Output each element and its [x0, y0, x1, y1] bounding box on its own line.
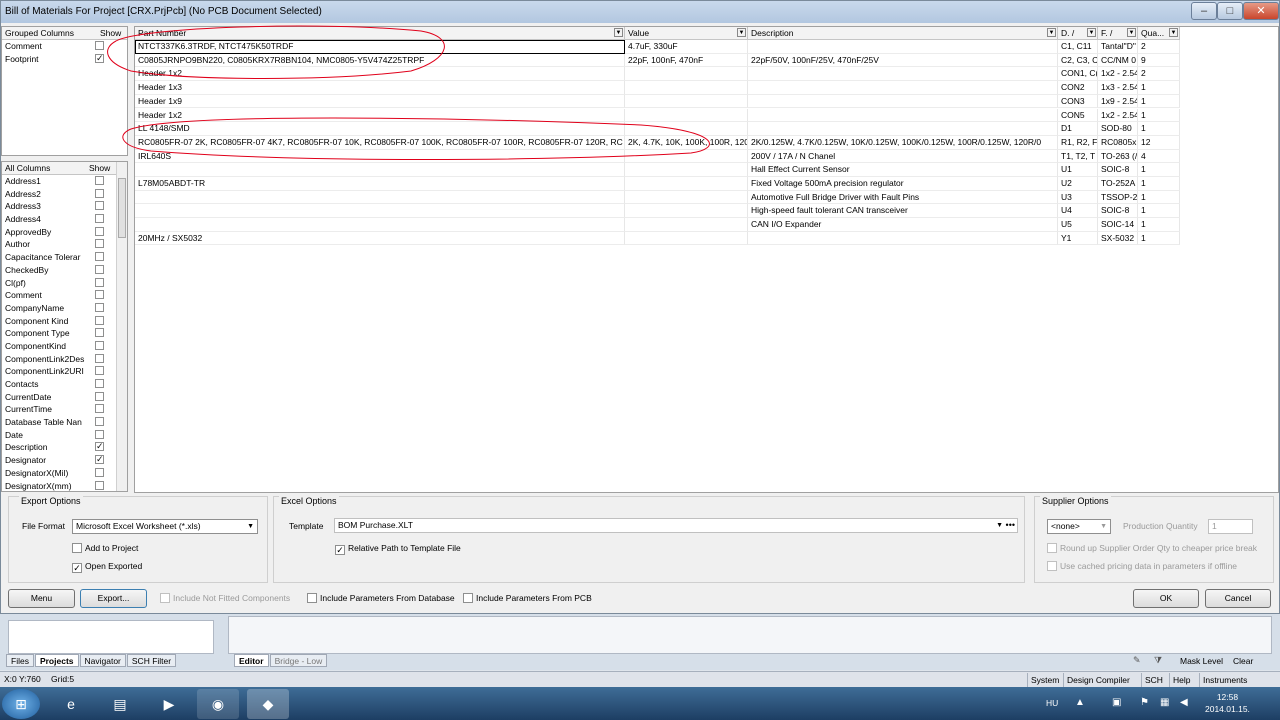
clock-date: 2014.01.15.: [1205, 704, 1250, 714]
checkbox-box[interactable]: [1047, 543, 1057, 553]
relative-path-checkbox[interactable]: ✓ Relative Path to Template File: [335, 543, 461, 555]
status-panel-button[interactable]: Help: [1169, 673, 1193, 687]
checkbox-box[interactable]: [463, 593, 473, 603]
bom-dialog: Bill of Materials For Project [CRX.PrjPc…: [0, 0, 1280, 614]
supplier-select[interactable]: <none> ▼: [1047, 519, 1111, 534]
panel-tab[interactable]: SCH Filter: [126, 654, 177, 667]
status-panel-button[interactable]: Instruments: [1199, 673, 1250, 687]
file-format-select[interactable]: Microsoft Excel Worksheet (*.xls) ▼: [72, 519, 258, 534]
projects-panel-area: [8, 620, 214, 654]
browse-ellipsis-icon[interactable]: •••: [1006, 519, 1015, 532]
media-player-icon[interactable]: ▶: [148, 689, 190, 719]
template-label: Template: [289, 521, 324, 531]
open-exported-label: Open Exported: [85, 561, 143, 571]
ok-button[interactable]: OK: [1133, 589, 1199, 608]
clock[interactable]: 12:58 2014.01.15.: [1205, 691, 1250, 715]
network-icon[interactable]: ▦: [1160, 697, 1169, 708]
include-not-fitted-checkbox[interactable]: Include Not Fitted Components: [160, 593, 290, 603]
checkbox-box[interactable]: [160, 593, 170, 603]
add-to-project-checkbox[interactable]: Add to Project: [72, 543, 138, 553]
round-up-label: Round up Supplier Order Qty to cheaper p…: [1060, 543, 1258, 553]
excel-options-label: Excel Options: [279, 496, 339, 506]
relative-path-label: Relative Path to Template File: [348, 543, 461, 553]
panel-tabs: Files Projects Navigator SCH Filter: [6, 654, 177, 668]
tray-app-icon[interactable]: ▣: [1112, 697, 1121, 708]
editor-tabs: Editor Bridge - Low: [234, 654, 328, 668]
editor-tab[interactable]: Editor: [234, 654, 269, 667]
panel-tab[interactable]: Files: [6, 654, 34, 667]
cancel-button[interactable]: Cancel: [1205, 589, 1271, 608]
chevron-down-icon: ▼: [1100, 523, 1107, 530]
production-quantity-label: Production Quantity: [1123, 521, 1198, 531]
round-up-checkbox[interactable]: Round up Supplier Order Qty to cheaper p…: [1047, 543, 1257, 553]
pen-icon[interactable]: ✎: [1133, 655, 1141, 666]
menu-button[interactable]: Menu: [8, 589, 75, 608]
checkbox-box[interactable]: ✓: [335, 545, 345, 555]
language-indicator[interactable]: HU: [1046, 698, 1058, 708]
production-quantity-value: 1: [1212, 521, 1217, 531]
tray-arrow-icon[interactable]: ▲: [1075, 697, 1085, 708]
include-not-fitted-label: Include Not Fitted Components: [173, 593, 291, 603]
ide-workspace: [0, 614, 1280, 670]
include-pcb-checkbox[interactable]: Include Parameters From PCB: [463, 593, 592, 603]
chevron-down-icon[interactable]: ▼: [996, 519, 1003, 532]
checkbox-box[interactable]: ✓: [72, 563, 82, 573]
clear-button[interactable]: Clear: [1233, 656, 1253, 666]
filter-icon[interactable]: ⧩: [1154, 655, 1162, 666]
action-center-flag-icon[interactable]: ⚑: [1140, 697, 1149, 708]
include-pcb-label: Include Parameters From PCB: [476, 593, 592, 603]
open-exported-checkbox[interactable]: ✓ Open Exported: [72, 561, 142, 573]
editor-area: [228, 616, 1272, 654]
export-button[interactable]: Export...: [80, 589, 147, 608]
grid-readout: Grid:5: [51, 674, 75, 684]
status-panel-button[interactable]: System: [1027, 673, 1062, 687]
status-panel-button[interactable]: SCH: [1141, 673, 1166, 687]
use-cached-checkbox[interactable]: Use cached pricing data in parameters if…: [1047, 561, 1237, 571]
supplier-options-label: Supplier Options: [1040, 496, 1111, 506]
checkbox-box[interactable]: [72, 543, 82, 553]
file-format-label: File Format: [22, 521, 65, 531]
status-panel-button[interactable]: Design Compiler: [1063, 673, 1133, 687]
start-button-icon[interactable]: ⊞: [2, 689, 40, 719]
panel-tab[interactable]: Navigator: [79, 654, 126, 667]
mask-level-button[interactable]: Mask Level: [1180, 656, 1223, 666]
file-format-value: Microsoft Excel Worksheet (*.xls): [76, 521, 201, 531]
excel-options-panel: Excel Options Template BOM Purchase.XLT …: [273, 496, 1025, 583]
status-bar: X:0 Y:760 Grid:5 System Design Compiler SC…: [0, 671, 1280, 687]
editor-tab[interactable]: Bridge - Low: [269, 654, 328, 667]
include-db-label: Include Parameters From Database: [320, 593, 455, 603]
chrome-icon[interactable]: ◉: [197, 689, 239, 719]
taskbar: ⊞ e ▤ ▶ ◉ ◆ HU ▲ ▣ ⚑ ▦ ◀ 12:58 2014.01.1…: [0, 687, 1280, 720]
include-db-checkbox[interactable]: Include Parameters From Database: [307, 593, 455, 603]
ie-icon[interactable]: e: [50, 689, 92, 719]
checkbox-box[interactable]: [1047, 561, 1057, 571]
volume-icon[interactable]: ◀: [1180, 697, 1188, 708]
add-to-project-label: Add to Project: [85, 543, 139, 553]
export-options-panel: Export Options File Format Microsoft Exc…: [8, 496, 268, 583]
production-quantity-input[interactable]: 1: [1208, 519, 1253, 534]
checkbox-box[interactable]: [307, 593, 317, 603]
explorer-folder-icon[interactable]: ▤: [99, 689, 141, 719]
supplier-options-panel: Supplier Options <none> ▼ Production Qua…: [1034, 496, 1274, 583]
supplier-value: <none>: [1051, 521, 1080, 531]
use-cached-label: Use cached pricing data in parameters if…: [1060, 561, 1238, 571]
chevron-down-icon: ▼: [247, 523, 254, 530]
export-options-label: Export Options: [19, 496, 83, 506]
template-input[interactable]: BOM Purchase.XLT ▼ •••: [334, 518, 1018, 533]
coords-readout: X:0 Y:760: [4, 674, 41, 684]
altium-icon[interactable]: ◆: [247, 689, 289, 719]
panel-tab[interactable]: Projects: [34, 654, 79, 667]
clock-time: 12:58: [1216, 692, 1239, 702]
template-value: BOM Purchase.XLT: [338, 520, 413, 530]
